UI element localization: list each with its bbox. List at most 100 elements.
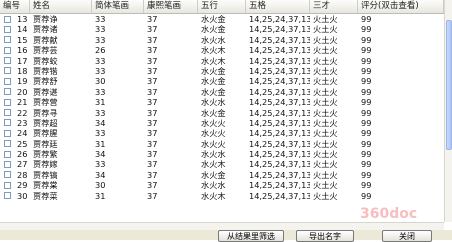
table-row[interactable]: 13 贾荐诤 33 37 水火金 14,25,24,37,13 火土火 99 — [0, 14, 444, 24]
cell-kangxi-strokes: 37 — [147, 34, 158, 45]
table-row[interactable]: 30 贾荐菜 31 37 水火木 14,25,24,37,13 火土火 99 — [0, 191, 444, 201]
cell-five-grids: 14,25,24,37,13 — [249, 117, 310, 128]
table-row[interactable]: 26 贾荐繁 34 37 水火水 14,25,24,37,13 火土火 99 — [0, 149, 444, 159]
vertical-scrollbar[interactable] — [444, 0, 452, 222]
col-header-simplified-strokes[interactable]: 简体笔画 — [92, 0, 144, 13]
row-checkbox[interactable] — [4, 129, 11, 137]
results-table: 编号 姓名 简体笔画 康熙笔画 五行 五格 三才 评分(双击查看) 13 贾荐诤 3… — [0, 0, 444, 222]
cell-three-talents: 火土火 — [313, 149, 338, 160]
table-row[interactable]: 20 贾荐谌 33 37 水火金 14,25,24,37,13 火土火 99 — [0, 87, 444, 97]
cell-five-grids: 14,25,24,37,13 — [249, 138, 310, 149]
cell-five-elements: 水火木 — [201, 190, 226, 201]
cell-five-elements: 水火火 — [201, 138, 226, 149]
cell-name: 贾荐腥 — [33, 128, 58, 139]
row-checkbox[interactable] — [4, 15, 11, 23]
cell-kangxi-strokes: 37 — [147, 159, 158, 170]
cell-five-grids: 14,25,24,37,13 — [249, 24, 310, 35]
cell-name: 贾荐芸 — [33, 45, 58, 56]
cell-three-talents: 火土火 — [313, 169, 338, 180]
table-row[interactable]: 28 贾荐镐 34 37 水火金 14,25,24,37,13 火土火 99 — [0, 170, 444, 180]
table-row[interactable]: 16 贾荐芸 26 37 水火木 14,25,24,37,13 火土火 99 — [0, 45, 444, 55]
col-header-five-elements[interactable]: 五行 — [198, 0, 246, 13]
table-row[interactable]: 29 贾荐棠 30 37 水火水 14,25,24,37,13 火土火 99 — [0, 180, 444, 190]
table-row[interactable]: 24 贾荐腥 33 37 水火火 14,25,24,37,13 火土火 99 — [0, 128, 444, 138]
row-checkbox[interactable] — [4, 192, 11, 200]
cell-score: 99 — [361, 45, 372, 56]
cell-five-elements: 水火金 — [201, 24, 226, 35]
row-checkbox[interactable] — [4, 36, 11, 44]
row-checkbox[interactable] — [4, 181, 11, 189]
cell-simplified-strokes: 30 — [95, 76, 106, 87]
cell-simplified-strokes: 33 — [95, 86, 106, 97]
cell-kangxi-strokes: 37 — [147, 76, 158, 87]
cell-three-talents: 火土火 — [313, 14, 338, 24]
table-row[interactable]: 19 贾荐舒 30 37 水火金 14,25,24,37,13 火土火 99 — [0, 76, 444, 86]
cell-five-elements: 水火金 — [201, 169, 226, 180]
row-checkbox[interactable] — [4, 25, 11, 33]
row-checkbox[interactable] — [4, 57, 11, 65]
cell-name: 贾荐镐 — [33, 169, 58, 180]
row-checkbox[interactable] — [4, 98, 11, 106]
filter-results-button[interactable]: 从结果里筛选 — [218, 230, 284, 242]
cell-five-elements: 水火火 — [201, 128, 226, 139]
table-row[interactable]: 23 贾荐超 34 37 水火火 14,25,24,37,13 火土火 99 — [0, 118, 444, 128]
table-row[interactable]: 15 贾荐献 33 37 水火水 14,25,24,37,13 火土火 99 — [0, 35, 444, 45]
watermark-logo: 360doc — [360, 206, 418, 222]
cell-score: 99 — [361, 24, 372, 35]
cell-simplified-strokes: 30 — [95, 180, 106, 191]
row-checkbox[interactable] — [4, 119, 11, 127]
cell-name: 贾荐蛟 — [33, 55, 58, 66]
table-row[interactable]: 22 贾荐寻 33 37 水火金 14,25,24,37,13 火土火 99 — [0, 108, 444, 118]
cell-three-talents: 火土火 — [313, 34, 338, 45]
row-checkbox[interactable] — [4, 171, 11, 179]
cell-kangxi-strokes: 37 — [147, 97, 158, 108]
cell-score: 99 — [361, 117, 372, 128]
table-row[interactable]: 18 贾荐锴 33 37 水火金 14,25,24,37,13 火土火 99 — [0, 66, 444, 76]
col-header-score[interactable]: 评分(双击查看) — [358, 0, 444, 13]
cell-name: 贾荐舒 — [33, 76, 58, 87]
cell-score: 99 — [361, 65, 372, 76]
row-checkbox[interactable] — [4, 77, 11, 85]
close-button[interactable]: 关闭 — [382, 230, 432, 242]
cell-kangxi-strokes: 37 — [147, 55, 158, 66]
cell-name: 贾荐献 — [33, 34, 58, 45]
row-checkbox[interactable] — [4, 140, 11, 148]
cell-five-elements: 水火木 — [201, 159, 226, 170]
row-checkbox[interactable] — [4, 46, 11, 54]
cell-five-grids: 14,25,24,37,13 — [249, 34, 310, 45]
table-row[interactable]: 27 贾荐嫁 33 37 水火木 14,25,24,37,13 火土火 99 — [0, 159, 444, 169]
col-header-five-grids[interactable]: 五格 — [246, 0, 310, 13]
row-checkbox[interactable] — [4, 67, 11, 75]
cell-name: 贾荐谌 — [33, 86, 58, 97]
table-body: 13 贾荐诤 33 37 水火金 14,25,24,37,13 火土火 99 14 贾荐诸 33 37… — [0, 14, 444, 201]
cell-kangxi-strokes: 37 — [147, 169, 158, 180]
cell-kangxi-strokes: 37 — [147, 86, 158, 97]
cell-three-talents: 火土火 — [313, 86, 338, 97]
cell-score: 99 — [361, 138, 372, 149]
cell-three-talents: 火土火 — [313, 159, 338, 170]
row-checkbox[interactable] — [4, 88, 11, 96]
table-row[interactable]: 25 贾荐廷 31 37 水火火 14,25,24,37,13 火土火 99 — [0, 139, 444, 149]
export-names-button[interactable]: 导出名字 — [296, 230, 354, 242]
cell-kangxi-strokes: 37 — [147, 14, 158, 24]
cell-simplified-strokes: 33 — [95, 34, 106, 45]
row-checkbox[interactable] — [4, 160, 11, 168]
row-checkbox[interactable] — [4, 150, 11, 158]
row-checkbox[interactable] — [4, 109, 11, 117]
col-header-name[interactable]: 姓名 — [30, 0, 92, 13]
cell-five-grids: 14,25,24,37,13 — [249, 14, 310, 24]
scrollbar-thumb[interactable] — [446, 20, 452, 150]
cell-simplified-strokes: 33 — [95, 107, 106, 118]
table-row[interactable]: 14 贾荐诸 33 37 水火金 14,25,24,37,13 火土火 99 — [0, 24, 444, 34]
cell-three-talents: 火土火 — [313, 138, 338, 149]
cell-score: 99 — [361, 86, 372, 97]
cell-five-grids: 14,25,24,37,13 — [249, 76, 310, 87]
cell-kangxi-strokes: 37 — [147, 149, 158, 160]
col-header-three-talents[interactable]: 三才 — [310, 0, 358, 13]
cell-simplified-strokes: 34 — [95, 117, 106, 128]
col-header-id[interactable]: 编号 — [0, 0, 30, 13]
cell-score: 99 — [361, 149, 372, 160]
col-header-kangxi-strokes[interactable]: 康熙笔画 — [144, 0, 198, 13]
table-row[interactable]: 21 贾荐营 31 37 水火水 14,25,24,37,13 火土火 99 — [0, 97, 444, 107]
table-row[interactable]: 17 贾荐蛟 33 37 水火木 14,25,24,37,13 火土火 99 — [0, 56, 444, 66]
